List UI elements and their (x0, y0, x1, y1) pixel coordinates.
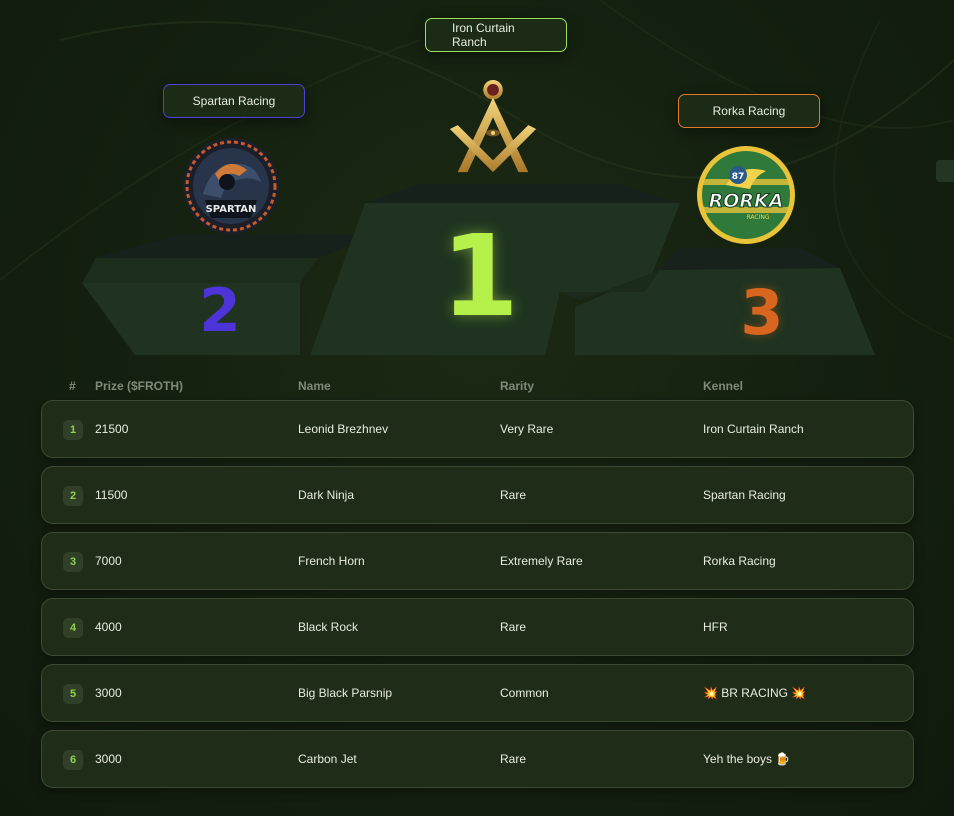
prize-cell: 4000 (95, 620, 122, 634)
name-cell: Black Rock (298, 620, 359, 634)
first-place-kennel-tag: Iron Curtain Ranch (425, 18, 567, 52)
table-row[interactable]: 4 4000 Black Rock Rare HFR (41, 598, 914, 656)
podium: Iron Curtain Ranch Spartan Racing Rorka … (0, 0, 954, 365)
spartan-racing-logo: SPARTAN (183, 138, 279, 234)
prize-cell: 3000 (95, 752, 122, 766)
second-place-kennel-tag: Spartan Racing (163, 84, 305, 118)
rorka-logo-subtext: RACING (746, 214, 769, 221)
kennel-cell: Iron Curtain Ranch (703, 422, 804, 436)
rarity-cell: Very Rare (500, 422, 554, 436)
table-row[interactable]: 1 21500 Leonid Brezhnev Very Rare Iron C… (41, 400, 914, 458)
results-table: 1 21500 Leonid Brezhnev Very Rare Iron C… (41, 400, 914, 796)
kennel-cell: 💥 BR RACING 💥 (703, 686, 807, 700)
rarity-cell: Rare (500, 620, 527, 634)
rarity-cell: Common (500, 686, 549, 700)
prize-cell: 11500 (95, 488, 128, 502)
side-panel-handle[interactable] (936, 160, 954, 182)
prize-cell: 3000 (95, 686, 122, 700)
header-prize[interactable]: Prize ($FROTH) (95, 379, 183, 393)
third-place-number: 3 (740, 276, 784, 349)
kennel-cell: Spartan Racing (703, 488, 786, 502)
rank-badge: 1 (63, 420, 83, 440)
rorka-logo-text: RORKA (709, 190, 784, 212)
rarity-cell: Rare (500, 752, 527, 766)
name-cell: French Horn (298, 554, 365, 568)
header-rank: # (69, 379, 76, 393)
table-row[interactable]: 3 7000 French Horn Extremely Rare Rorka … (41, 532, 914, 590)
kennel-cell: Yeh the boys 🍺 (703, 752, 791, 766)
rank-badge: 5 (63, 684, 83, 704)
kennel-cell: Rorka Racing (703, 554, 776, 568)
rorka-logo-number: 87 (732, 172, 745, 182)
name-cell: Dark Ninja (298, 488, 355, 502)
table-row[interactable]: 6 3000 Carbon Jet Rare Yeh the boys 🍺 (41, 730, 914, 788)
results-table-header: # Prize ($FROTH) Name Rarity Kennel (41, 376, 914, 396)
first-place-number: 1 (441, 212, 519, 342)
name-cell: Big Black Parsnip (298, 686, 393, 700)
iron-curtain-ranch-logo (449, 80, 537, 173)
name-cell: Leonid Brezhnev (298, 422, 389, 436)
rank-badge: 2 (63, 486, 83, 506)
prize-cell: 7000 (95, 554, 122, 568)
rank-badge: 6 (63, 750, 83, 770)
prize-cell: 21500 (95, 422, 129, 436)
table-row[interactable]: 5 3000 Big Black Parsnip Common 💥 BR RAC… (41, 664, 914, 722)
header-kennel[interactable]: Kennel (703, 379, 743, 393)
second-place-number: 2 (199, 276, 241, 346)
kennel-cell: HFR (703, 620, 728, 634)
third-place-kennel-tag: Rorka Racing (678, 94, 820, 128)
name-cell: Carbon Jet (298, 752, 357, 766)
second-place-kennel-name: Spartan Racing (192, 94, 276, 108)
header-rarity[interactable]: Rarity (500, 379, 534, 393)
rorka-racing-logo: 87 RORKA RACING (697, 146, 795, 244)
spartan-logo-text: SPARTAN (206, 204, 257, 215)
third-place-kennel-name: Rorka Racing (712, 104, 786, 118)
table-row[interactable]: 2 11500 Dark Ninja Rare Spartan Racing (41, 466, 914, 524)
header-name[interactable]: Name (298, 379, 331, 393)
rank-badge: 3 (63, 552, 83, 572)
rarity-cell: Rare (500, 488, 527, 502)
rarity-cell: Extremely Rare (500, 554, 583, 568)
first-place-kennel-name: Iron Curtain Ranch (452, 21, 515, 49)
rank-badge: 4 (63, 618, 83, 638)
